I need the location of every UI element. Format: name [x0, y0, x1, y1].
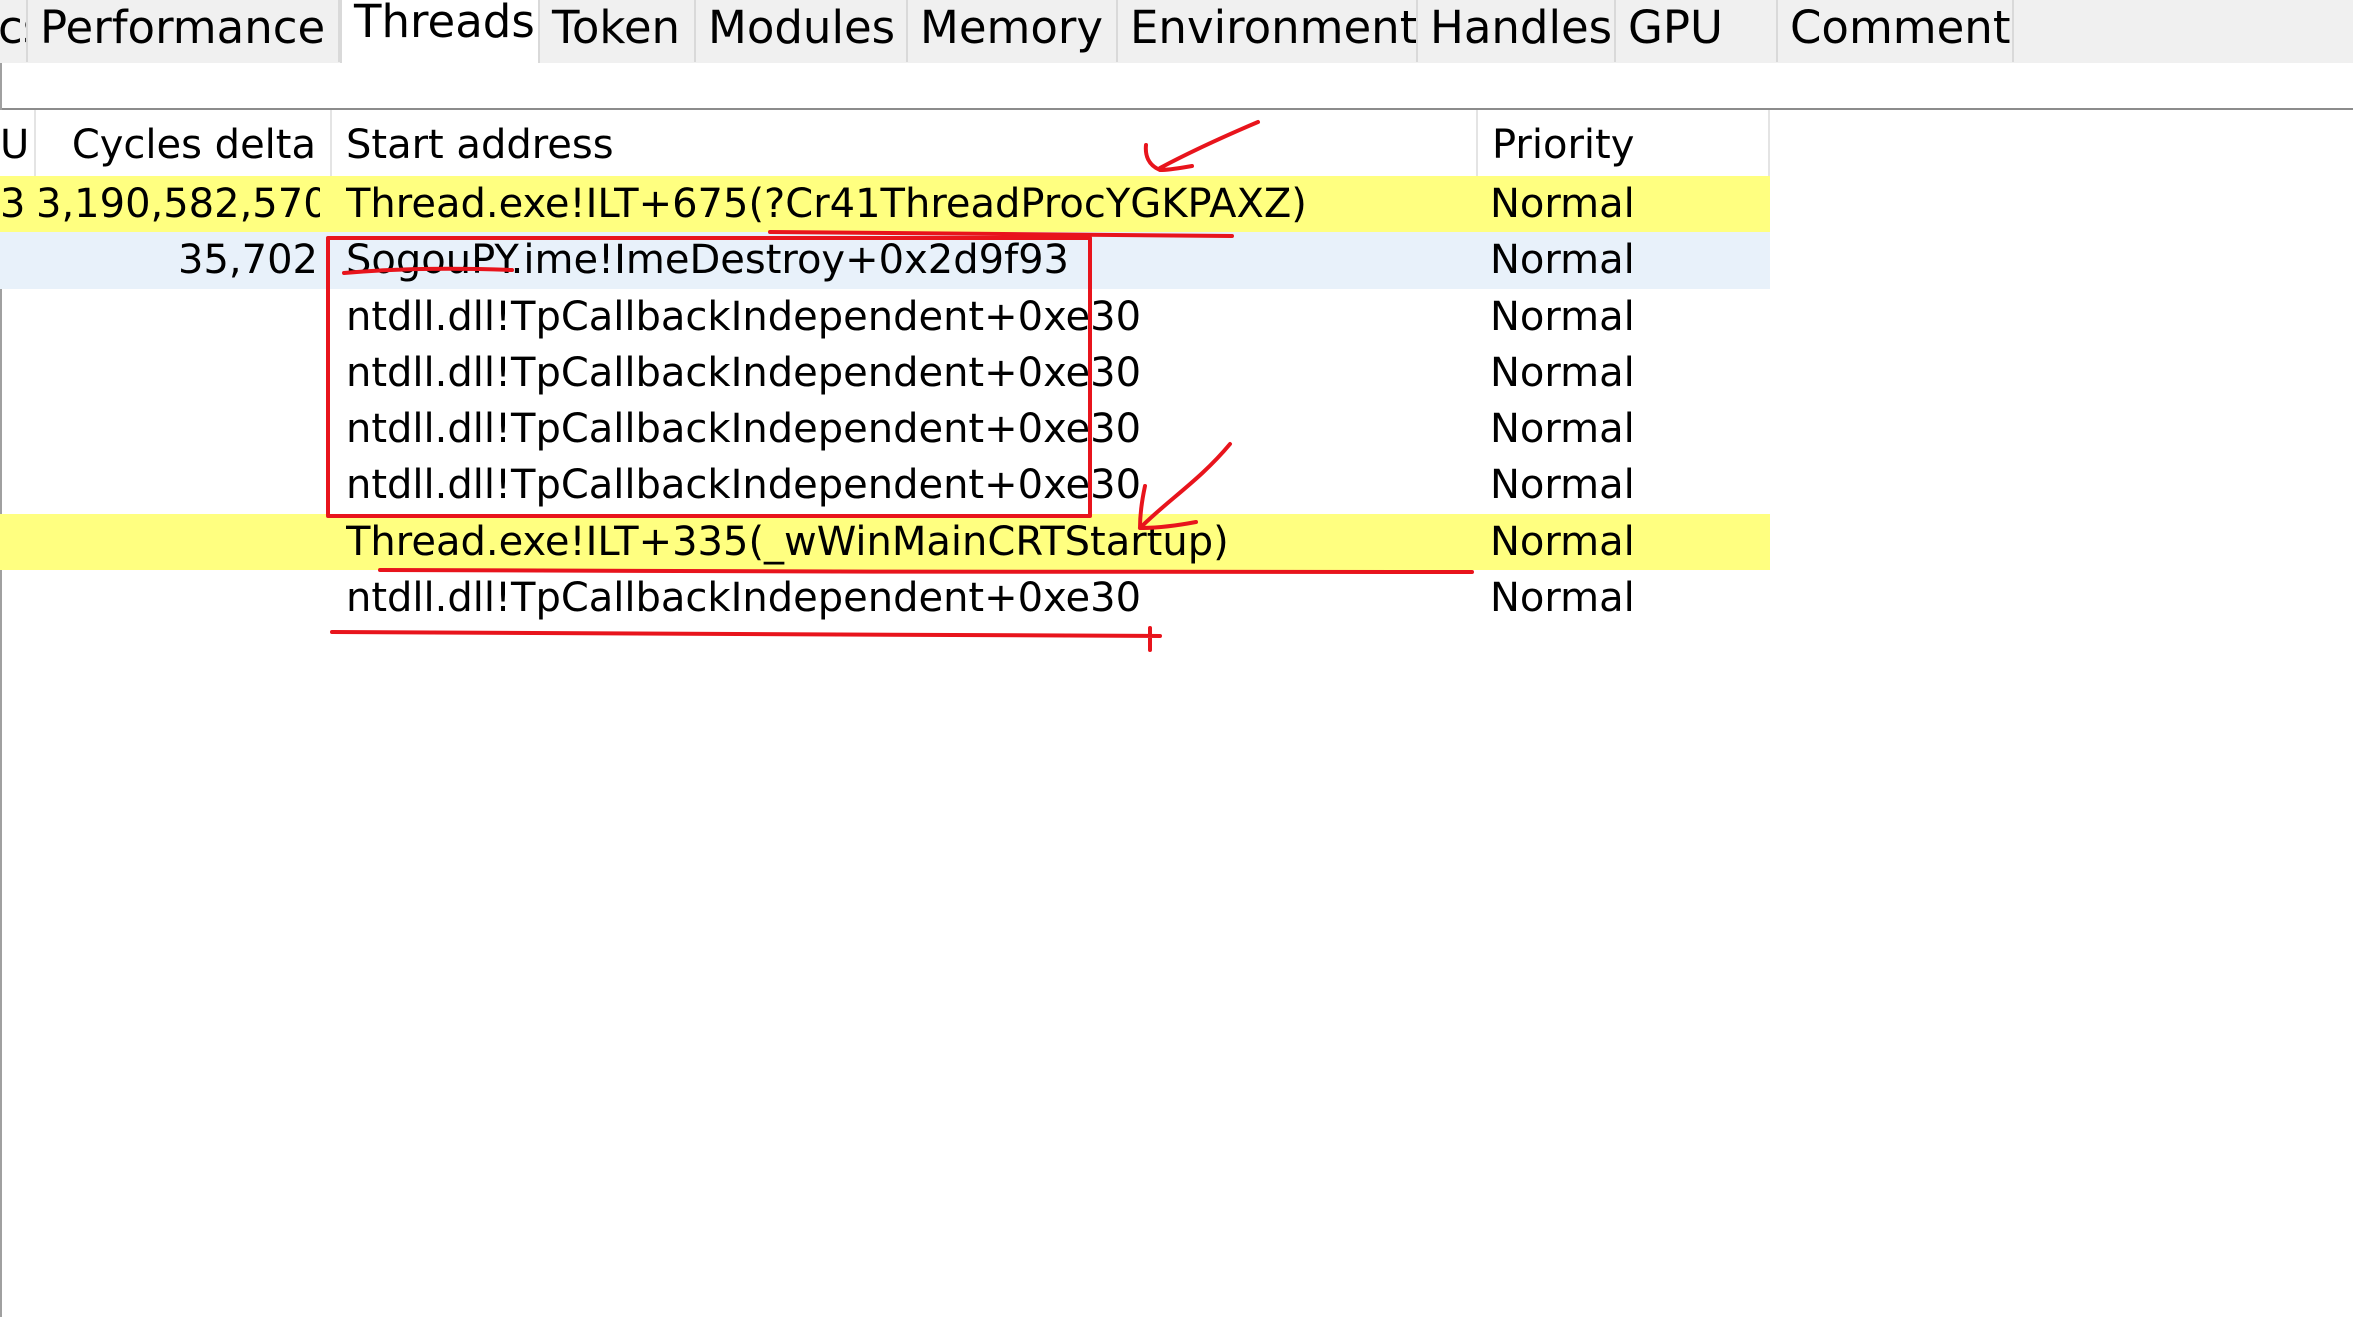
start-address-cell: SogouPY.ime!ImeDestroy+0x2d9f93 — [346, 237, 1070, 284]
cpu-cell — [0, 232, 36, 288]
tab-environment[interactable]: Environment — [1118, 0, 1418, 62]
start-address-cell: Thread.exe!ILT+335(_wWinMainCRTStartup) — [346, 518, 1229, 565]
priority-cell: Normal — [1490, 349, 1635, 396]
thread-row[interactable]: ntdll.dll!TpCallbackIndependent+0xe30 No… — [0, 570, 1770, 626]
start-address-cell: ntdll.dll!TpCallbackIndependent+0xe30 — [346, 462, 1142, 509]
cycles-delta-cell — [36, 457, 320, 513]
start-address-cell: ntdll.dll!TpCallbackIndependent+0xe30 — [346, 349, 1142, 396]
cycles-delta-cell — [36, 289, 320, 345]
start-address-cell: Thread.exe!ILT+675(?Cr41ThreadProcYGKPAX… — [346, 181, 1307, 227]
column-header-cpu[interactable]: U — [0, 110, 36, 180]
cpu-cell — [0, 401, 36, 457]
column-header-cycles-delta[interactable]: Cycles delta — [36, 110, 332, 180]
tab-threads[interactable]: Threads — [340, 0, 540, 66]
tab-performance[interactable]: Performance — [28, 0, 340, 62]
priority-cell: Normal — [1490, 575, 1635, 622]
priority-cell: Normal — [1490, 181, 1635, 227]
column-header-start-address[interactable]: Start address — [332, 110, 1478, 180]
start-address-cell: ntdll.dll!TpCallbackIndependent+0xe30 — [346, 293, 1142, 340]
threads-list: 3 3,190,582,570 Thread.exe!ILT+675(?Cr41… — [0, 176, 1770, 626]
tab-token[interactable]: Token — [540, 0, 696, 62]
tab-strip: cs Performance Threads Token Modules Mem… — [0, 0, 2353, 66]
cycles-delta-cell — [36, 514, 320, 570]
cpu-cell: 3 — [0, 181, 26, 227]
tab-comment[interactable]: Comment — [1778, 0, 2014, 62]
tab-modules[interactable]: Modules — [696, 0, 908, 62]
priority-cell: Normal — [1490, 462, 1635, 509]
tab-handles[interactable]: Handles — [1418, 0, 1616, 62]
column-header-priority[interactable]: Priority — [1478, 110, 1770, 180]
thread-row[interactable]: 3 3,190,582,570 Thread.exe!ILT+675(?Cr41… — [0, 176, 1770, 233]
thread-row[interactable]: ntdll.dll!TpCallbackIndependent+0xe30 No… — [0, 289, 1770, 345]
priority-cell: Normal — [1490, 518, 1635, 565]
start-address-cell: ntdll.dll!TpCallbackIndependent+0xe30 — [346, 406, 1142, 453]
thread-row[interactable]: ntdll.dll!TpCallbackIndependent+0xe30 No… — [0, 345, 1770, 401]
cycles-delta-cell: 35,702 — [178, 237, 318, 284]
toolbar-strip — [0, 63, 2353, 110]
cycles-delta-cell — [36, 345, 320, 401]
cycles-delta-cell — [36, 570, 320, 626]
priority-cell: Normal — [1490, 237, 1635, 284]
tab-memory[interactable]: Memory — [908, 0, 1118, 62]
threads-window: cs Performance Threads Token Modules Mem… — [0, 0, 2353, 1317]
start-address-cell: ntdll.dll!TpCallbackIndependent+0xe30 — [346, 575, 1142, 622]
underline-last-row — [330, 626, 1162, 652]
priority-cell: Normal — [1490, 293, 1635, 340]
priority-cell: Normal — [1490, 406, 1635, 453]
cycles-delta-cell — [36, 401, 320, 457]
cycles-delta-cell: 3,190,582,570 — [36, 181, 320, 227]
tab-statistics-partial[interactable]: cs — [0, 0, 28, 62]
thread-row[interactable]: 35,702 SogouPY.ime!ImeDestroy+0x2d9f93 N… — [0, 232, 1770, 289]
thread-row[interactable]: ntdll.dll!TpCallbackIndependent+0xe30 No… — [0, 457, 1770, 513]
column-header-row: U Cycles delta Start address Priority — [0, 110, 1770, 180]
cpu-cell — [0, 345, 36, 401]
cpu-cell — [0, 289, 36, 345]
cpu-cell — [0, 514, 36, 570]
thread-row[interactable]: ntdll.dll!TpCallbackIndependent+0xe30 No… — [0, 401, 1770, 457]
cpu-cell — [0, 570, 36, 626]
thread-row[interactable]: Thread.exe!ILT+335(_wWinMainCRTStartup) … — [0, 513, 1770, 571]
tab-gpu[interactable]: GPU — [1616, 0, 1778, 62]
cpu-cell — [0, 457, 36, 513]
